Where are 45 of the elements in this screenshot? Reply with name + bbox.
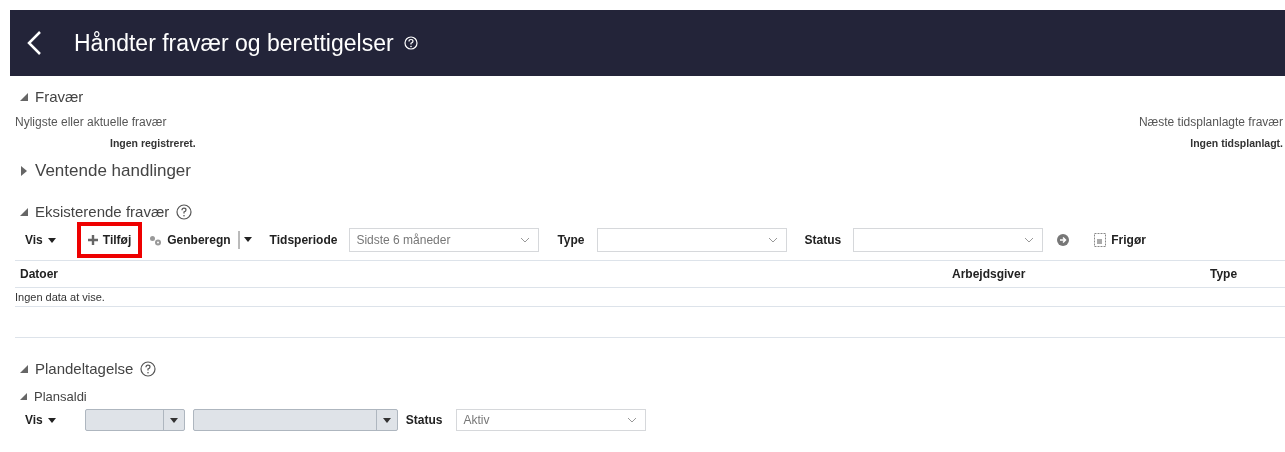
release-button[interactable]: Frigør <box>1087 222 1153 258</box>
recent-absence-label: Nyligste eller aktuelle fravær <box>15 115 168 129</box>
filter-label: Type <box>557 233 585 247</box>
caret-icon <box>169 417 178 423</box>
filter-label: Status <box>405 413 443 427</box>
caret-icon <box>382 417 391 423</box>
page-title: Håndter fravær og berettigelser <box>74 29 394 57</box>
next-absence-value: Ingen tidsplanlagt. <box>1190 137 1283 149</box>
section-title: Eksisterende fravær <box>35 203 170 220</box>
view-menu[interactable]: Vis <box>18 408 63 432</box>
document-icon <box>1094 233 1107 247</box>
chevron-icon <box>627 417 638 423</box>
disclosure-icon[interactable] <box>20 393 27 400</box>
section-title: Fravær <box>35 88 84 105</box>
column-header: Datoer <box>20 267 59 281</box>
filter-label: Status <box>804 233 842 247</box>
next-absence-label: Næste tidsplanlagte fravær <box>1138 115 1283 129</box>
disclosure-icon[interactable] <box>20 364 28 373</box>
column-header: Arbejdsgiver <box>952 267 1027 281</box>
subsection-title: Plansaldi <box>34 389 87 404</box>
section-title: Plandeltagelse <box>35 360 134 377</box>
add-button[interactable]: Tilføj <box>76 222 143 258</box>
filter-dropdown[interactable]: Sidste 6 måneder <box>349 228 540 252</box>
chevron-icon <box>1024 237 1035 243</box>
caret-icon <box>47 417 56 423</box>
plus-icon <box>87 235 98 245</box>
disclosure-icon[interactable] <box>20 166 28 176</box>
chevron-icon <box>767 237 778 243</box>
disclosure-icon[interactable] <box>20 92 28 101</box>
column-header: Type <box>1210 267 1238 281</box>
recalculate-button[interactable]: Genberegn <box>142 222 238 258</box>
disclosure-icon[interactable] <box>20 207 28 216</box>
help-icon[interactable] <box>140 360 157 377</box>
empty-table-message: Ingen data at vise. <box>15 291 105 303</box>
arrow-circle-icon[interactable] <box>1057 234 1070 246</box>
caret-icon <box>47 237 56 243</box>
back-icon[interactable] <box>26 30 42 56</box>
gears-icon <box>149 234 163 246</box>
section-title: Ventende handlinger <box>35 161 191 181</box>
recent-absence-value: Ingen registreret. <box>110 137 196 149</box>
filter-dropdown[interactable]: Aktiv <box>456 409 647 431</box>
help-icon[interactable] <box>176 203 193 220</box>
filter-label: Tidsperiode <box>269 233 338 247</box>
chevron-icon <box>520 237 531 243</box>
view-menu[interactable]: Vis <box>18 222 63 258</box>
